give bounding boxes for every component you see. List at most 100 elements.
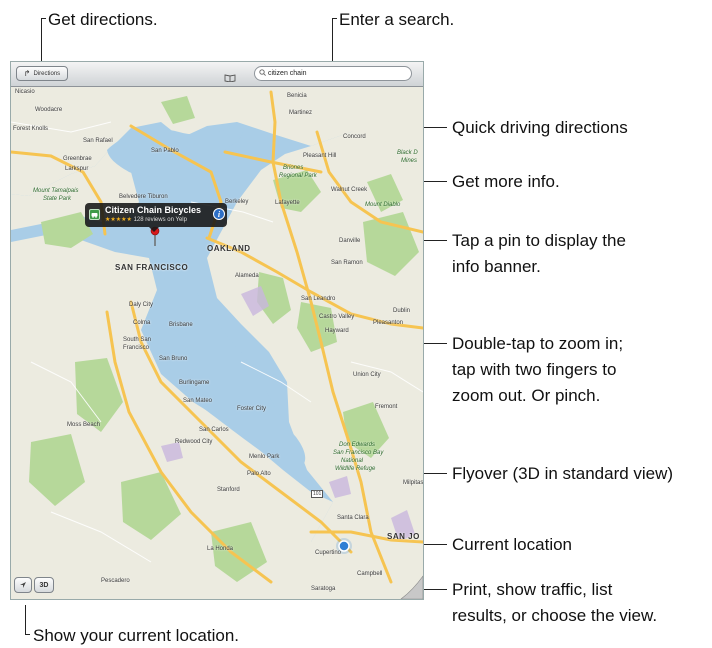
place-label: Dublin — [393, 308, 411, 314]
highway-shield: 101 — [311, 490, 324, 498]
place-label: Woodacre — [35, 107, 63, 113]
search-text: citizen chain — [268, 70, 307, 77]
place-label: Walnut Creek — [331, 187, 368, 193]
leader-directions-tick — [41, 18, 46, 19]
callout-tap-pin-line2: info banner. — [452, 257, 541, 276]
callout-quick-driving: Quick driving directions — [452, 118, 628, 137]
place-label: Black D — [397, 150, 418, 156]
callout-more-info: Get more info. — [452, 172, 560, 191]
place-label: Mines — [401, 158, 418, 164]
callout-show-location: Show your current location. — [33, 626, 239, 645]
leader-directions — [41, 18, 42, 66]
place-label: San Leandro — [301, 296, 336, 302]
place-label: Concord — [343, 134, 366, 140]
place-label: Nicasio — [15, 89, 35, 95]
place-label: La Honda — [207, 546, 234, 552]
place-label: Lafayette — [275, 200, 300, 206]
place-label: Colma — [133, 320, 151, 326]
info-banner[interactable]: Citizen Chain Bicycles ★★★★★ 128 reviews… — [85, 203, 227, 232]
turn-arrow-icon: ↱ — [23, 68, 31, 78]
place-label: Danville — [339, 238, 361, 244]
place-label: State Park — [43, 196, 72, 202]
callout-print-line2: results, or choose the view. — [452, 606, 658, 625]
place-label: Saratoga — [311, 586, 336, 592]
callout-tap-pin-line1: Tap a pin to display the — [452, 231, 626, 250]
ipad-screen: Nicasio Woodacre Forest Knolls San Rafae… — [10, 61, 424, 600]
place-label: OAKLAND — [207, 244, 251, 253]
place-label: San Ramon — [331, 260, 363, 266]
place-label: Greenbrae — [63, 156, 92, 162]
place-label: Palo Alto — [247, 471, 271, 477]
place-label: National — [341, 458, 364, 464]
place-label: San Pablo — [151, 148, 179, 154]
rating-stars: ★★★★★ — [105, 217, 132, 223]
place-label: Don Edwards — [339, 442, 376, 448]
place-label: Forest Knolls — [13, 126, 49, 132]
place-label: San Francisco Bay — [333, 450, 384, 456]
leader-show-location — [25, 605, 26, 634]
place-label: Briones — [283, 165, 304, 171]
place-label: Alameda — [235, 273, 259, 279]
callout-flyover: Flyover (3D in standard view) — [452, 464, 674, 483]
info-button[interactable]: i — [213, 208, 225, 220]
leader-show-location-tick — [25, 634, 30, 635]
banner-title: Citizen Chain Bicycles — [105, 205, 202, 215]
place-label: Hayward — [325, 328, 349, 334]
callout-double-tap-line2: tap with two fingers to — [452, 360, 617, 379]
callout-enter-search: Enter a search. — [339, 10, 455, 29]
place-label: Cupertino — [315, 550, 342, 556]
place-label: Fremont — [375, 404, 398, 410]
place-label: San Rafael — [83, 138, 113, 144]
place-label: San Carlos — [199, 427, 229, 433]
banner-subtitle: ★★★★★ 128 reviews on Yelp — [105, 216, 187, 223]
callout-current-location: Current location — [452, 535, 573, 554]
place-label: Francisco — [123, 345, 150, 351]
place-label: San Bruno — [159, 356, 188, 362]
car-icon — [91, 212, 98, 218]
place-label: SAN JO — [387, 532, 420, 541]
banner-pointer — [149, 227, 159, 232]
place-label: Brisbane — [169, 322, 193, 328]
place-label: Union City — [353, 372, 381, 378]
car-directions-button[interactable] — [89, 209, 100, 220]
place-label: Pescadero — [101, 578, 130, 584]
directions-label: Directions — [33, 70, 61, 77]
callout-double-tap-line1: Double-tap to zoom in; — [452, 334, 624, 353]
search-field[interactable]: citizen chain — [254, 66, 412, 81]
search-icon — [259, 69, 266, 78]
place-label: Menlo Park — [249, 454, 280, 460]
place-label: Daly City — [129, 302, 154, 308]
place-label: Pleasanton — [373, 320, 404, 326]
place-label: Campbell — [357, 571, 383, 577]
place-label: Stanford — [217, 487, 240, 493]
leader-search-tick — [332, 18, 337, 19]
place-label: Castro Valley — [319, 314, 355, 320]
location-button[interactable] — [14, 577, 32, 593]
place-label: Berkeley — [225, 199, 249, 205]
place-label: SAN FRANCISCO — [115, 263, 189, 272]
banner-reviews: 128 reviews on Yelp — [133, 217, 187, 223]
place-label: Mount Tamalpais — [33, 188, 79, 194]
bookmarks-icon[interactable] — [224, 69, 236, 83]
place-label: San Mateo — [183, 398, 213, 404]
callout-print-line1: Print, show traffic, list — [452, 580, 613, 599]
place-label: Mount Diablo — [365, 202, 401, 208]
place-label: Foster City — [237, 406, 267, 412]
place-label: Redwood City — [175, 439, 213, 445]
place-label: Regional Park — [279, 173, 317, 179]
place-label: Belvedere Tiburon — [119, 194, 168, 200]
place-label: Wildlife Refuge — [335, 466, 376, 472]
flyover-3d-button[interactable]: 3D — [34, 577, 54, 593]
directions-button[interactable]: ↱ Directions — [16, 66, 68, 81]
callout-double-tap-line3: zoom out. Or pinch. — [452, 386, 601, 405]
location-arrow-icon — [20, 582, 26, 588]
place-label: Pleasant Hill — [303, 153, 337, 159]
place-label: Milpitas — [403, 480, 424, 486]
place-label: South San — [123, 337, 152, 343]
place-label: Martinez — [289, 110, 313, 116]
place-label: Benicia — [287, 93, 307, 99]
top-toolbar: ↱ Directions citizen chain — [11, 62, 423, 87]
callout-get-directions: Get directions. — [48, 10, 158, 29]
place-label: Santa Clara — [337, 515, 369, 521]
place-label: Burlingame — [179, 380, 210, 386]
